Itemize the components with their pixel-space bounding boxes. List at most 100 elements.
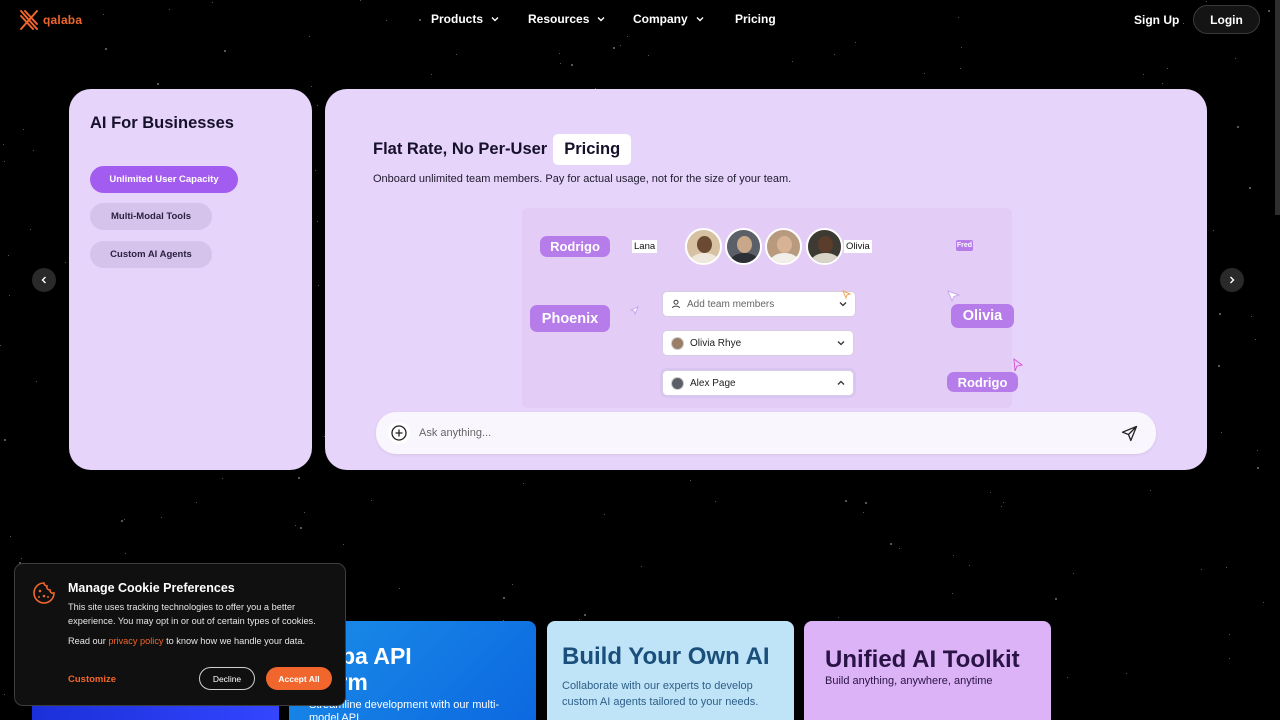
star xyxy=(295,525,296,526)
star xyxy=(1257,467,1259,469)
star xyxy=(1067,677,1068,678)
chevron-down-icon xyxy=(491,17,499,22)
add-team-members-field[interactable]: Add team members xyxy=(662,291,856,317)
star xyxy=(1229,634,1230,635)
star xyxy=(1218,365,1220,367)
star xyxy=(620,45,621,46)
feature-detail-card: Flat Rate, No Per-User Pricing Onboard u… xyxy=(325,89,1207,470)
star xyxy=(65,262,66,263)
star xyxy=(899,548,900,549)
chevron-up-icon xyxy=(837,380,845,385)
star xyxy=(845,500,847,502)
star xyxy=(571,64,573,66)
star xyxy=(690,480,691,481)
star xyxy=(838,617,839,618)
star xyxy=(1251,316,1252,317)
star xyxy=(1162,83,1163,84)
product-card-title: Build Your Own AI xyxy=(562,643,770,670)
cursor-icon xyxy=(947,290,961,302)
star xyxy=(961,47,962,48)
cookie-banner: Manage Cookie Preferences This site uses… xyxy=(14,563,346,706)
star xyxy=(855,42,856,43)
star xyxy=(584,614,586,616)
star xyxy=(559,53,560,54)
chevron-right-icon xyxy=(1230,276,1235,284)
cursor-icon xyxy=(1013,358,1024,372)
star xyxy=(23,129,24,130)
decline-button[interactable]: Decline xyxy=(199,667,255,690)
cookie-policy-line: Read our privacy policy to know how we h… xyxy=(68,636,305,646)
star xyxy=(311,86,312,87)
feature-subtitle: Onboard unlimited team members. Pay for … xyxy=(373,173,792,185)
star xyxy=(105,48,107,50)
cookie-policy-suffix: to know how we handle your data. xyxy=(166,636,305,646)
star xyxy=(318,285,319,286)
star xyxy=(1257,450,1258,451)
star xyxy=(157,83,159,85)
team-member-select[interactable]: Alex Page xyxy=(662,370,854,396)
login-button[interactable]: Login xyxy=(1193,5,1260,34)
nav-products[interactable]: Products xyxy=(431,12,528,26)
star xyxy=(300,527,302,529)
star xyxy=(304,512,305,513)
star xyxy=(863,512,864,513)
avatar xyxy=(671,336,684,350)
top-navigation: qalaba Products Resources Company Pricin… xyxy=(0,0,1280,40)
cookie-title: Manage Cookie Preferences xyxy=(68,581,235,595)
star xyxy=(4,439,6,441)
star xyxy=(952,593,953,594)
star xyxy=(990,492,991,493)
star xyxy=(4,161,5,162)
star xyxy=(865,502,867,504)
pill-unlimited-user-capacity[interactable]: Unlimited User Capacity xyxy=(90,166,238,193)
star xyxy=(121,520,123,522)
carousel-prev-button[interactable] xyxy=(32,268,56,292)
avatar xyxy=(806,228,843,265)
star xyxy=(579,619,580,620)
star xyxy=(431,74,432,75)
star xyxy=(1055,598,1057,600)
star xyxy=(0,345,1,346)
carousel-next-button[interactable] xyxy=(1220,268,1244,292)
signup-link[interactable]: Sign Up xyxy=(1134,13,1179,27)
nav-pricing[interactable]: Pricing xyxy=(735,12,776,26)
privacy-policy-link[interactable]: privacy policy xyxy=(108,636,163,646)
star xyxy=(1221,432,1222,433)
nav-company-label: Company xyxy=(633,12,688,26)
team-member-select[interactable]: Olivia Rhye xyxy=(662,330,854,356)
star xyxy=(1263,602,1264,603)
plus-circle-icon xyxy=(391,425,407,441)
pill-custom-ai-agents[interactable]: Custom AI Agents xyxy=(90,241,212,268)
star xyxy=(343,544,344,545)
star xyxy=(9,295,10,296)
star xyxy=(641,566,642,567)
name-tag: Fred xyxy=(956,240,973,251)
name-label: Olivia xyxy=(844,240,872,253)
product-card-desc: Collaborate with our experts to develop … xyxy=(562,680,759,708)
page-scrollbar[interactable] xyxy=(1275,0,1280,215)
customize-button[interactable]: Customize xyxy=(68,674,116,685)
name-tag: Olivia xyxy=(951,304,1014,328)
product-card-build-your-own-ai[interactable]: Build Your Own AI Collaborate with our e… xyxy=(547,621,794,720)
star xyxy=(10,536,11,537)
star xyxy=(924,73,925,74)
star xyxy=(315,170,316,171)
product-card-unified-ai-toolkit[interactable]: Unified AI Toolkit Build anything, anywh… xyxy=(804,621,1051,720)
nav-company[interactable]: Company xyxy=(633,12,735,26)
star xyxy=(1255,339,1256,340)
star xyxy=(30,229,31,230)
ask-input-bar[interactable]: Ask anything... xyxy=(376,412,1156,454)
nav-resources[interactable]: Resources xyxy=(528,12,633,26)
pill-multi-modal-tools[interactable]: Multi-Modal Tools xyxy=(90,203,212,230)
star xyxy=(1237,126,1239,128)
avatar xyxy=(685,228,722,265)
star xyxy=(1150,490,1151,491)
add-attachment-button[interactable] xyxy=(388,422,410,444)
star xyxy=(317,105,318,106)
star xyxy=(125,553,126,554)
logo[interactable]: qalaba xyxy=(18,8,82,32)
accept-all-button[interactable]: Accept All xyxy=(266,667,332,690)
send-icon[interactable] xyxy=(1121,425,1138,442)
star xyxy=(124,519,125,520)
star xyxy=(715,501,716,502)
